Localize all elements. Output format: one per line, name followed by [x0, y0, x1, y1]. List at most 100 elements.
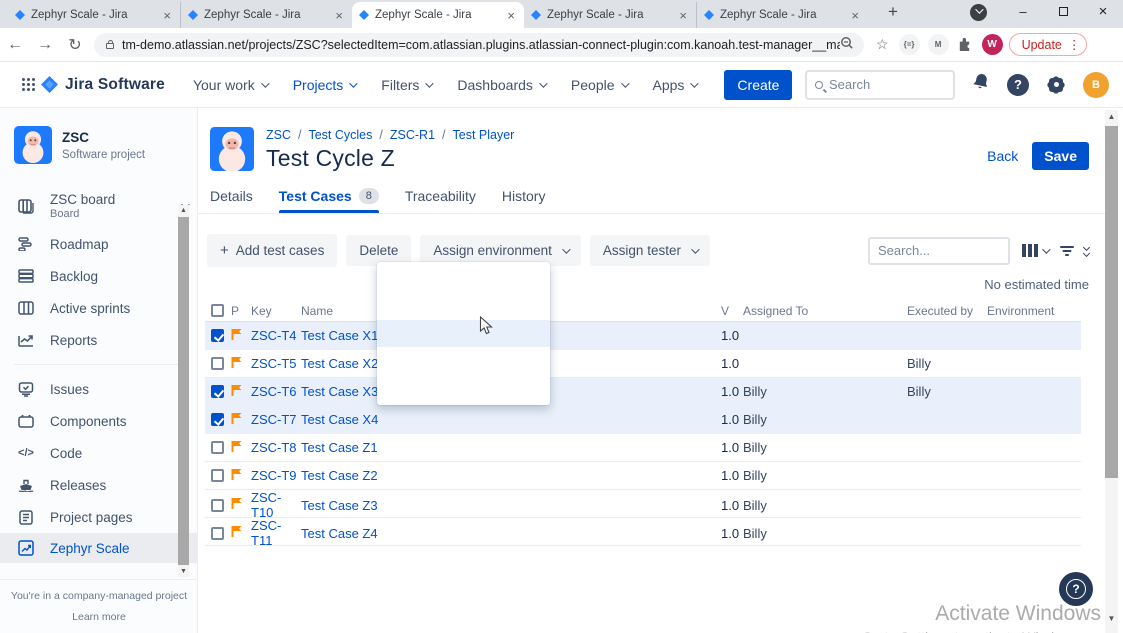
test-case-name-link[interactable]: Test Case Z2 [301, 468, 721, 483]
col-environment[interactable]: Environment [987, 304, 1075, 318]
create-button[interactable]: Create [724, 70, 792, 100]
tab-search-caret-icon[interactable] [970, 4, 987, 21]
tab-close-icon[interactable]: × [677, 8, 689, 23]
table-search-input[interactable] [868, 237, 1010, 265]
test-case-name-link[interactable]: Test Case Z3 [301, 498, 721, 513]
breadcrumb-link[interactable]: ZSC-R1 [390, 128, 435, 142]
zoom-icon[interactable] [840, 36, 854, 53]
app-switcher-icon[interactable] [22, 78, 25, 81]
nav-menu-item[interactable]: Filters [381, 77, 431, 93]
nav-menu-item[interactable]: People [571, 77, 627, 93]
back-link[interactable]: Back [987, 148, 1018, 164]
test-case-name-link[interactable]: Test Case X4 [301, 412, 721, 427]
environment-option[interactable] [377, 320, 550, 347]
test-case-key-link[interactable]: ZSC-T10 [251, 490, 301, 520]
back-icon[interactable]: ← [0, 36, 30, 54]
cycle-tab[interactable]: Test Cases 8 [279, 188, 379, 213]
address-bar[interactable]: tm-demo.atlassian.net/projects/ZSC?selec… [94, 33, 864, 57]
environment-option[interactable] [377, 293, 550, 320]
test-case-key-link[interactable]: ZSC-T6 [251, 384, 301, 399]
col-key[interactable]: Key [251, 304, 301, 318]
tab-close-icon[interactable]: × [161, 8, 173, 23]
breadcrumb-link[interactable]: Test Player [453, 128, 515, 142]
scroll-down-icon[interactable]: ▼ [1105, 612, 1118, 625]
assigned-to-cell[interactable]: Billy [743, 468, 907, 483]
assign-tester-button[interactable]: Assign tester [590, 235, 710, 266]
col-assigned[interactable]: Assigned To [743, 304, 907, 318]
sidebar-item-project-pages[interactable]: Project pages [0, 501, 197, 533]
test-case-key-link[interactable]: ZSC-T5 [251, 356, 301, 371]
page-scrollbar[interactable]: ▲ ▼ [1105, 110, 1118, 633]
test-case-row[interactable]: ZSC-T4 Test Case X1 1.0 [205, 322, 1081, 350]
col-version[interactable]: V [721, 304, 743, 318]
minimize-button[interactable]: – [1003, 0, 1043, 24]
nav-menu-item[interactable]: Your work [193, 77, 267, 93]
forward-icon[interactable]: → [30, 36, 60, 54]
row-checkbox[interactable] [211, 413, 224, 426]
sidebar-item-zsc-board[interactable]: ZSC boardBoard [0, 184, 197, 228]
learn-more-link[interactable]: Learn more [6, 611, 192, 623]
breadcrumb-link[interactable]: Test Cycles [308, 128, 372, 142]
notifications-bell-icon[interactable] [971, 72, 991, 97]
sidebar-item-reports[interactable]: Reports [0, 324, 197, 356]
row-checkbox[interactable] [211, 357, 224, 370]
test-case-key-link[interactable]: ZSC-T7 [251, 412, 301, 427]
url-text[interactable]: tm-demo.atlassian.net/projects/ZSC?selec… [122, 38, 840, 52]
chrome-update-button[interactable]: Update ⋮ [1009, 33, 1088, 56]
sidebar-scrollbar-thumb[interactable] [178, 217, 189, 565]
close-window-button[interactable]: × [1083, 0, 1123, 24]
row-checkbox[interactable] [211, 385, 224, 398]
test-case-row[interactable]: ZSC-T10 Test Case Z3 1.0 Billy [205, 490, 1081, 518]
assigned-to-cell[interactable]: Billy [743, 412, 907, 427]
test-case-name-link[interactable]: Test Case Z4 [301, 526, 721, 541]
nav-menu-item[interactable]: Projects [293, 77, 356, 93]
add-test-cases-button[interactable]: + Add test cases [207, 234, 337, 267]
nav-menu-item[interactable]: Apps [653, 77, 697, 93]
sidebar-item-roadmap[interactable]: Roadmap [0, 228, 197, 260]
sidebar-item-zephyr-scale[interactable]: Zephyr Scale [0, 533, 197, 563]
scroll-up-icon[interactable]: ▲ [1105, 110, 1118, 123]
filter-button[interactable] [1060, 245, 1089, 257]
cycle-tab[interactable]: Traceability [405, 188, 476, 213]
assigned-to-cell[interactable]: Billy [743, 384, 907, 399]
cycle-tab[interactable]: Details [210, 188, 253, 213]
browser-tab[interactable]: Zephyr Scale - Jira × [8, 2, 180, 28]
extensions-puzzle-icon[interactable] [957, 36, 972, 54]
global-search[interactable] [805, 70, 955, 100]
sidebar-item-components[interactable]: Components [0, 405, 197, 437]
nav-menu-item[interactable]: Dashboards [457, 77, 545, 93]
assigned-to-cell[interactable]: Billy [743, 440, 907, 455]
test-case-row[interactable]: ZSC-T5 Test Case X2 1.0 Billy [205, 350, 1081, 378]
sidebar-item-releases[interactable]: Releases [0, 469, 197, 501]
sidebar-scrollbar[interactable]: ▲ ▼ [178, 205, 189, 577]
environment-option[interactable] [377, 347, 550, 374]
maximize-button[interactable] [1043, 0, 1083, 24]
jira-logo[interactable]: Jira Software [41, 76, 165, 94]
scroll-down-icon[interactable]: ▼ [178, 566, 189, 577]
gear-icon[interactable] [1045, 74, 1067, 96]
row-checkbox[interactable] [211, 499, 224, 512]
zephyr-help-button[interactable]: ? [1059, 572, 1093, 606]
test-case-row[interactable]: ZSC-T7 Test Case X4 1.0 Billy [205, 406, 1081, 434]
test-case-row[interactable]: ZSC-T11 Test Case Z4 1.0 Billy [205, 518, 1081, 546]
extension-1-icon[interactable]: {=} [899, 34, 920, 55]
environment-option[interactable] [377, 266, 550, 293]
browser-tab[interactable]: Zephyr Scale - Jira × [524, 2, 696, 28]
new-tab-button[interactable]: + [888, 2, 898, 22]
environment-option[interactable] [377, 374, 550, 401]
assigned-to-cell[interactable]: Billy [743, 498, 907, 513]
tab-close-icon[interactable]: × [849, 8, 861, 23]
row-checkbox[interactable] [211, 441, 224, 454]
row-checkbox[interactable] [211, 329, 224, 342]
tab-close-icon[interactable]: × [333, 8, 345, 23]
col-priority[interactable]: P [231, 304, 251, 318]
browser-tab[interactable]: Zephyr Scale - Jira × [352, 2, 524, 28]
assigned-to-cell[interactable]: Billy [743, 526, 907, 541]
sidebar-item-backlog[interactable]: Backlog [0, 260, 197, 292]
project-header[interactable]: ZSC Software project [0, 108, 197, 180]
test-case-key-link[interactable]: ZSC-T4 [251, 328, 301, 343]
cycle-tab[interactable]: History [502, 188, 546, 213]
breadcrumb-link[interactable]: ZSC [266, 128, 291, 142]
test-case-row[interactable]: ZSC-T8 Test Case Z1 1.0 Billy [205, 434, 1081, 462]
reload-icon[interactable]: ↻ [60, 35, 90, 55]
